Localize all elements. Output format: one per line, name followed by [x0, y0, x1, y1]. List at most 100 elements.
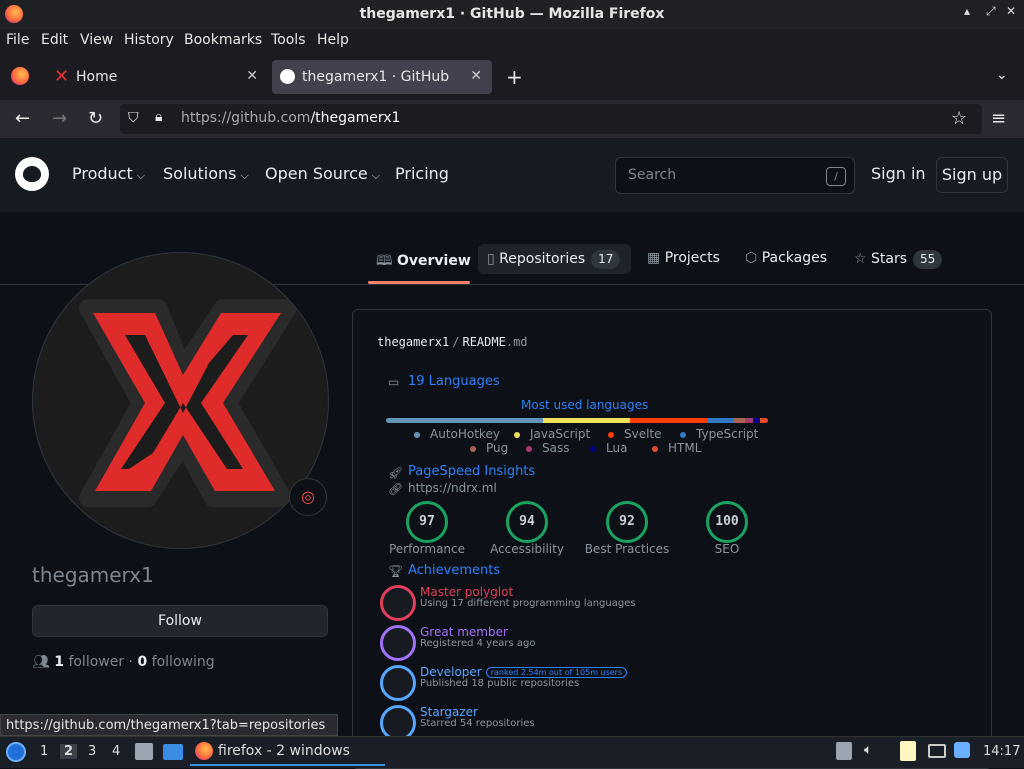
list-tabs-icon[interactable]: ⌄ [996, 67, 1008, 83]
following-link[interactable]: following [152, 654, 215, 670]
sign-up-button[interactable]: Sign up [936, 157, 1008, 193]
score-gauge: 97 [406, 501, 448, 543]
score-label: Best Practices [584, 542, 670, 556]
update-icon[interactable] [954, 742, 970, 758]
language-dot [470, 445, 476, 452]
followers-count[interactable]: 1 [54, 654, 64, 670]
code-review-icon: ▭ [388, 375, 400, 389]
menu-history[interactable]: History [124, 32, 174, 48]
nav-solutions[interactable]: Solutions ⌵ [163, 164, 249, 183]
start-menu-icon[interactable] [6, 742, 26, 762]
menu-view[interactable]: View [80, 32, 113, 48]
workspace-4[interactable]: 4 [112, 744, 120, 759]
back-icon[interactable]: ← [15, 108, 30, 129]
language-legend-item: Sass [526, 441, 569, 455]
tab-projects[interactable]: ▦ Projects [647, 250, 720, 266]
search-shortcut-key: / [826, 167, 846, 186]
github-favicon-icon [280, 69, 295, 84]
chevron-down-icon: ⌵ [371, 169, 381, 182]
achievement-badge: ranked 2.54m out of 105m users [485, 667, 628, 678]
window-titlebar: thegamerx1 · GitHub — Mozilla Firefox ▴ … [0, 0, 1024, 29]
language-legend-item: TypeScript [680, 427, 758, 441]
achievement-subtitle: Starred 54 repositories [420, 718, 535, 729]
following-count[interactable]: 0 [137, 654, 147, 670]
followers-link[interactable]: follower [68, 654, 124, 670]
nav-pricing[interactable]: Pricing [395, 164, 449, 183]
score-gauge: 92 [606, 501, 648, 543]
menu-bar: File Edit View History Bookmarks Tools H… [0, 29, 1024, 53]
workspace-1[interactable]: 1 [40, 744, 48, 759]
x-logo-icon: ✕ [54, 66, 70, 87]
follow-button[interactable]: Follow [32, 605, 328, 637]
package-icon: ⬡ [745, 250, 762, 266]
tab-repositories[interactable]: ▯ Repositories 17 [487, 250, 621, 269]
achievement-icon [380, 585, 416, 621]
maximize-icon[interactable]: ⤢ [986, 4, 996, 19]
close-tab-icon[interactable]: ✕ [470, 68, 482, 84]
tab-bar: ✕ Home ✕ thegamerx1 · GitHub ✕ + ⌄ [0, 53, 1024, 100]
forward-icon[interactable]: → [52, 108, 67, 129]
link-icon: 🔗︎ [388, 482, 404, 496]
workspace-2[interactable]: 2 [60, 744, 78, 759]
tab-packages[interactable]: ⬡ Packages [745, 250, 827, 266]
menu-help[interactable]: Help [317, 32, 349, 48]
menu-tools[interactable]: Tools [271, 32, 306, 48]
achievement-title: Master polyglot [420, 585, 514, 599]
firefox-view-icon[interactable] [11, 67, 29, 85]
menu-edit[interactable]: Edit [41, 32, 68, 48]
language-legend-item: AutoHotkey [414, 427, 500, 441]
book-icon: 🕮︎ [376, 253, 397, 269]
close-window-icon[interactable]: ✕ [1006, 4, 1016, 18]
file-manager-icon[interactable] [135, 743, 153, 760]
chevron-down-icon: ⌵ [240, 169, 249, 182]
clipboard-icon[interactable] [836, 742, 852, 760]
achievement-subtitle: Using 17 different programming languages [420, 598, 636, 609]
achievement-icon [380, 665, 416, 701]
desktop-icon[interactable] [163, 744, 183, 760]
menu-bookmarks[interactable]: Bookmarks [184, 32, 262, 48]
new-tab-icon[interactable]: + [506, 65, 523, 89]
language-dot [590, 445, 596, 452]
lock-icon[interactable]: 🔒︎ [155, 109, 162, 125]
chevron-down-icon: ⌵ [136, 169, 146, 182]
search-input[interactable]: Search / [615, 157, 855, 194]
menu-file[interactable]: File [6, 32, 29, 48]
avatar[interactable] [32, 252, 329, 549]
tab-stars[interactable]: ☆ Stars 55 [854, 250, 943, 269]
languages-title[interactable]: 19 Languages [408, 374, 500, 389]
search-placeholder: Search [628, 167, 677, 183]
achievement-title: Developer ranked 2.54m out of 105m users [420, 665, 628, 679]
star-icon: ☆ [854, 251, 872, 267]
tab-github[interactable]: thegamerx1 · GitHub ✕ [272, 60, 492, 94]
language-dot [514, 431, 520, 438]
hamburger-menu-icon[interactable]: ≡ [991, 108, 1006, 129]
status-emoji-icon[interactable]: ◎ [289, 478, 327, 516]
score-gauge: 100 [706, 501, 748, 543]
minimize-icon[interactable]: ▴ [964, 4, 970, 18]
tab-overview[interactable]: 🕮︎ Overview [376, 250, 471, 274]
language-legend-item: Svelte [608, 427, 662, 441]
link-status-tooltip: https://github.com/thegamerx1?tab=reposi… [0, 714, 338, 736]
volume-icon[interactable]: 🔈︎ [864, 742, 872, 758]
nav-product[interactable]: Product ⌵ [72, 164, 145, 183]
tab-home[interactable]: ✕ Home ✕ [46, 60, 268, 94]
workspace-3[interactable]: 3 [88, 744, 96, 759]
achievements-title[interactable]: Achievements [408, 563, 500, 578]
shield-icon[interactable]: ⛉ [128, 110, 139, 126]
notes-icon[interactable] [900, 741, 916, 761]
nav-open-source[interactable]: Open Source ⌵ [265, 164, 380, 183]
sign-in-link[interactable]: Sign in [871, 164, 926, 183]
pagespeed-title[interactable]: PageSpeed Insights [408, 464, 535, 479]
pagespeed-url[interactable]: https://ndrx.ml [408, 481, 497, 495]
bookmark-star-icon[interactable]: ☆ [951, 108, 967, 129]
language-bar [386, 418, 768, 423]
language-dot [652, 445, 658, 452]
language-dot [680, 431, 686, 438]
close-tab-icon[interactable]: ✕ [246, 68, 258, 84]
github-logo-icon[interactable] [15, 157, 49, 191]
network-icon[interactable] [928, 744, 946, 758]
window-title: thegamerx1 · GitHub — Mozilla Firefox [359, 6, 665, 22]
reload-icon[interactable]: ↻ [88, 108, 103, 129]
taskbar-firefox-button[interactable]: firefox - 2 windows [190, 737, 385, 766]
url-text[interactable]: https://github.com/thegamerx1 [181, 110, 400, 126]
